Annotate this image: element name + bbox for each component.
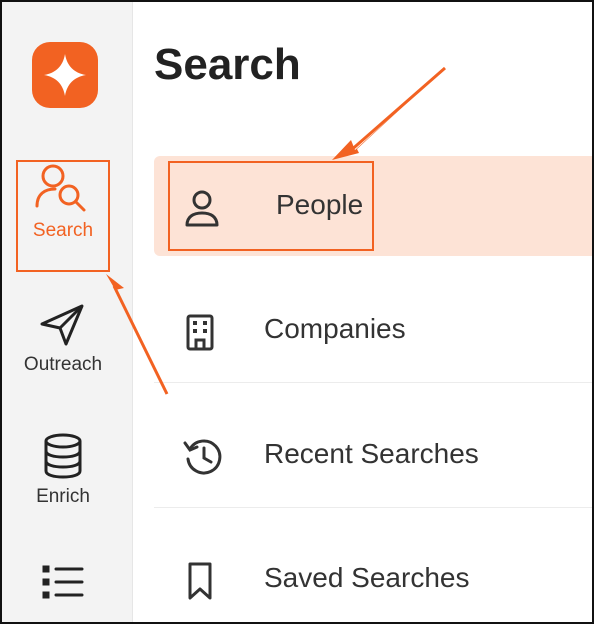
page-title: Search (154, 40, 301, 89)
history-icon (183, 439, 222, 475)
building-icon (186, 314, 214, 351)
menu-item-saved-searches[interactable]: Saved Searches (154, 532, 592, 622)
sidebar-item-enrich[interactable]: Enrich (2, 432, 124, 508)
sidebar-item-outreach[interactable]: Outreach (2, 302, 124, 376)
database-icon (44, 433, 82, 479)
sidebar-item-label: Enrich (36, 486, 90, 507)
brand-logo-icon[interactable] (30, 40, 100, 110)
sidebar-item-label: Search (32, 220, 94, 241)
sidebar-item-list[interactable] (2, 562, 124, 602)
people-highlight-box (168, 161, 374, 251)
sidebar: Search Outreach Enrich (2, 2, 133, 622)
user-search-icon (35, 164, 86, 212)
menu-item-label: Saved Searches (264, 562, 470, 593)
menu-item-companies[interactable]: Companies (154, 282, 592, 383)
sidebar-item-label: Outreach (23, 354, 103, 375)
sidebar-item-search[interactable]: Search (2, 162, 124, 242)
bookmark-icon (188, 562, 212, 600)
list-icon (42, 565, 84, 599)
menu-item-label: Companies (264, 313, 406, 344)
menu-item-label: Recent Searches (264, 438, 479, 469)
app-window: Search Outreach Enrich Search People Com… (0, 0, 594, 624)
paper-plane-icon (40, 304, 84, 346)
menu-item-recent-searches[interactable]: Recent Searches (154, 407, 592, 508)
main-panel: Search People Companies Recent Searches … (134, 2, 592, 622)
